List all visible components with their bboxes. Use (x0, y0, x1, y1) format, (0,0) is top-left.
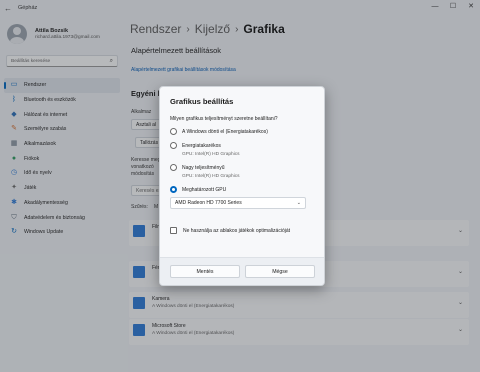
option-gpu-sub: GPU: Intel(R) HD Graphics (182, 174, 240, 179)
option-label: A Windows dönti el (Energiatakarékos) (182, 128, 268, 135)
checkbox-label: Ne használja az ablakos játékok optimali… (183, 227, 291, 234)
cancel-button[interactable]: Mégse (245, 265, 315, 278)
chevron-down-icon: ⌄ (296, 200, 301, 206)
option-label: Energiatakarékos (182, 142, 221, 149)
dialog-title: Grafikus beállítás (170, 97, 234, 106)
option-label: Meghatározott GPU (182, 186, 227, 193)
option-power-saving[interactable]: Energiatakarékos (170, 142, 221, 149)
option-label: Nagy teljesítményű (182, 164, 225, 171)
option-gpu-sub: GPU: Intel(R) HD Graphics (182, 152, 240, 157)
graphics-settings-dialog: Grafikus beállítás Milyen grafikus telje… (159, 86, 325, 286)
windowed-optimization-checkbox[interactable] (170, 227, 177, 234)
radio-specific-gpu[interactable] (170, 186, 177, 193)
dialog-footer: Mentés Mégse (160, 257, 324, 285)
radio-power-saving[interactable] (170, 142, 177, 149)
dialog-question: Milyen grafikus teljesítményt szeretne b… (170, 116, 278, 122)
option-specific-gpu[interactable]: Meghatározott GPU (170, 186, 226, 193)
radio-high-performance[interactable] (170, 164, 177, 171)
save-button[interactable]: Mentés (170, 265, 240, 278)
gpu-select[interactable]: AMD Radeon HD 7700 Series ⌄ (170, 197, 306, 209)
gpu-select-value: AMD Radeon HD 7700 Series (175, 200, 242, 206)
option-windows-decides[interactable]: A Windows dönti el (Energiatakarékos) (170, 128, 268, 135)
windowed-optimization-option[interactable]: Ne használja az ablakos játékok optimali… (170, 227, 290, 234)
option-high-performance[interactable]: Nagy teljesítményű (170, 164, 225, 171)
radio-windows-decides[interactable] (170, 128, 177, 135)
